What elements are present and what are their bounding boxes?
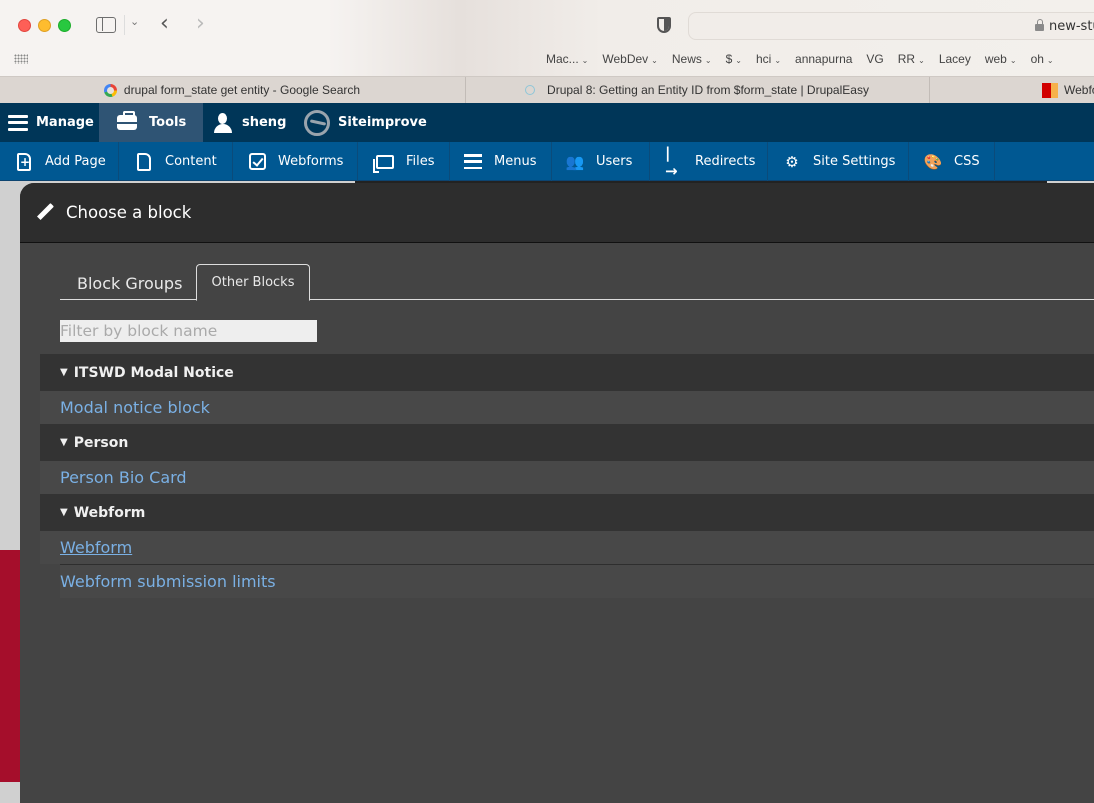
browser-tab[interactable]: Drupal 8: Getting an Entity ID from $for… xyxy=(465,77,928,103)
bookmark-hci[interactable]: hci ⌄ xyxy=(756,52,781,66)
url-text: new-stu xyxy=(1049,19,1094,34)
chevron-down-icon: ⌄ xyxy=(704,56,712,65)
bookmark-webdev[interactable]: WebDev ⌄ xyxy=(602,52,658,66)
browser-tab-bar: drupal form_state get entity - Google Se… xyxy=(0,76,1094,103)
tray-users[interactable]: 👥 Users xyxy=(552,142,650,181)
minimize-window-button[interactable] xyxy=(38,19,51,32)
chevron-down-icon: ⌄ xyxy=(651,56,658,65)
siteimprove-icon xyxy=(304,109,330,136)
chevron-down-icon: ⌄ xyxy=(735,56,742,65)
user-icon xyxy=(213,112,233,133)
bookmark-lacey[interactable]: Lacey xyxy=(939,52,971,66)
back-button[interactable]: ‹ xyxy=(160,11,169,36)
palette-icon: 🎨 xyxy=(923,152,943,171)
document-icon xyxy=(135,152,153,171)
close-window-button[interactable] xyxy=(18,19,31,32)
chevron-down-icon: ⌄ xyxy=(581,56,589,65)
choose-block-dialog: Choose a block Block Groups Other Blocks… xyxy=(20,183,1094,803)
triangle-down-icon: ▼ xyxy=(60,437,68,448)
pencil-icon xyxy=(36,203,55,222)
divider xyxy=(124,15,125,35)
toolbox-icon xyxy=(117,111,137,130)
block-groups-list: ▼ ITSWD Modal Notice Modal notice block … xyxy=(40,354,1094,598)
browser-tab[interactable]: drupal form_state get entity - Google Se… xyxy=(0,77,464,103)
block-link-modal-notice[interactable]: Modal notice block xyxy=(40,391,1094,424)
checkbox-icon xyxy=(248,153,266,171)
bookmark-annapurna[interactable]: annapurna xyxy=(795,52,852,66)
chevron-down-icon[interactable]: ⌄ xyxy=(130,15,139,28)
bookmark-rr[interactable]: RR ⌄ xyxy=(898,52,925,66)
admin-toolbar: Manage Tools sheng Siteimprove xyxy=(0,103,1094,142)
bookmark-news[interactable]: News ⌄ xyxy=(672,52,712,66)
redirect-icon: |→ xyxy=(665,143,678,180)
dialog-header: Choose a block xyxy=(20,183,1094,243)
browser-tab[interactable]: Webfo xyxy=(929,77,1094,103)
folder-icon xyxy=(373,153,394,173)
tray-add-page[interactable]: Add Page xyxy=(0,142,119,181)
group-header-webform[interactable]: ▼ Webform xyxy=(40,494,1094,531)
block-link-webform-submission-limits[interactable]: Webform submission limits xyxy=(60,564,1094,598)
toolbar-user[interactable]: sheng xyxy=(203,103,296,142)
chevron-down-icon: ⌄ xyxy=(774,56,782,65)
chevron-down-icon: ⌄ xyxy=(1046,56,1054,65)
tray-menus[interactable]: Menus xyxy=(450,142,552,181)
tab-block-groups[interactable]: Block Groups xyxy=(77,274,182,293)
menu-icon xyxy=(464,153,482,171)
lock-icon xyxy=(1035,19,1044,31)
add-page-icon xyxy=(15,152,33,171)
address-bar[interactable]: new-stu xyxy=(688,12,1094,40)
gears-icon: ⚙ xyxy=(785,152,799,171)
bookmark-web[interactable]: web ⌄ xyxy=(985,52,1017,66)
privacy-shield-icon[interactable] xyxy=(657,17,671,33)
bookmark-oh[interactable]: oh ⌄ xyxy=(1031,52,1054,66)
bookmark-vg[interactable]: VG xyxy=(866,52,883,66)
triangle-down-icon: ▼ xyxy=(60,507,68,518)
browser-titlebar: ⌄ ‹ › new-stu Mac...⌄ WebDev⌄ News⌄ $⌄ h… xyxy=(0,0,1094,76)
group-header-itswd-modal-notice[interactable]: ▼ ITSWD Modal Notice xyxy=(40,354,1094,391)
drupaleasy-icon xyxy=(525,85,536,95)
zoom-window-button[interactable] xyxy=(58,19,71,32)
chevron-down-icon: ⌄ xyxy=(1009,56,1017,65)
tray-css[interactable]: 🎨 CSS xyxy=(909,142,995,181)
users-icon: 👥 xyxy=(565,152,585,171)
bookmark-dollar[interactable]: $ ⌄ xyxy=(726,52,742,66)
tray-webforms[interactable]: Webforms xyxy=(233,142,358,181)
group-header-person[interactable]: ▼ Person xyxy=(40,424,1094,461)
triangle-down-icon: ▼ xyxy=(60,367,68,378)
tray-files[interactable]: Files xyxy=(358,142,450,181)
tray-content[interactable]: Content xyxy=(119,142,233,181)
google-icon xyxy=(103,83,117,97)
admin-toolbar-tray: Add Page Content Webforms Files Menus 👥 … xyxy=(0,142,1094,181)
bookmarks-bar: Mac... ⌄ WebDev ⌄ News ⌄ $ ⌄ hci ⌄ annapurna … xyxy=(546,52,1068,66)
sidebar-toggle-icon[interactable] xyxy=(96,17,116,33)
tray-site-settings[interactable]: ⚙ Site Settings xyxy=(768,142,909,181)
toolbar-tools[interactable]: Tools xyxy=(99,103,203,142)
dialog-title: Choose a block xyxy=(66,203,192,222)
webform-icon xyxy=(1042,82,1058,98)
toolbar-manage[interactable]: Manage xyxy=(0,103,99,142)
hamburger-icon xyxy=(8,114,28,131)
filter-block-input[interactable] xyxy=(60,320,317,342)
tray-redirects[interactable]: |→ Redirects xyxy=(650,142,768,181)
block-tabs: Block Groups Other Blocks xyxy=(60,264,1094,301)
tab-overview-grid-icon[interactable] xyxy=(14,54,28,64)
toolbar-siteimprove[interactable]: Siteimprove xyxy=(296,103,436,142)
tab-other-blocks[interactable]: Other Blocks xyxy=(196,264,310,301)
block-link-person-bio-card[interactable]: Person Bio Card xyxy=(40,461,1094,494)
block-link-webform[interactable]: Webform xyxy=(40,531,1094,564)
bookmark-mac[interactable]: Mac... ⌄ xyxy=(546,52,588,66)
chevron-down-icon: ⌄ xyxy=(918,56,925,65)
forward-button[interactable]: › xyxy=(196,11,205,36)
